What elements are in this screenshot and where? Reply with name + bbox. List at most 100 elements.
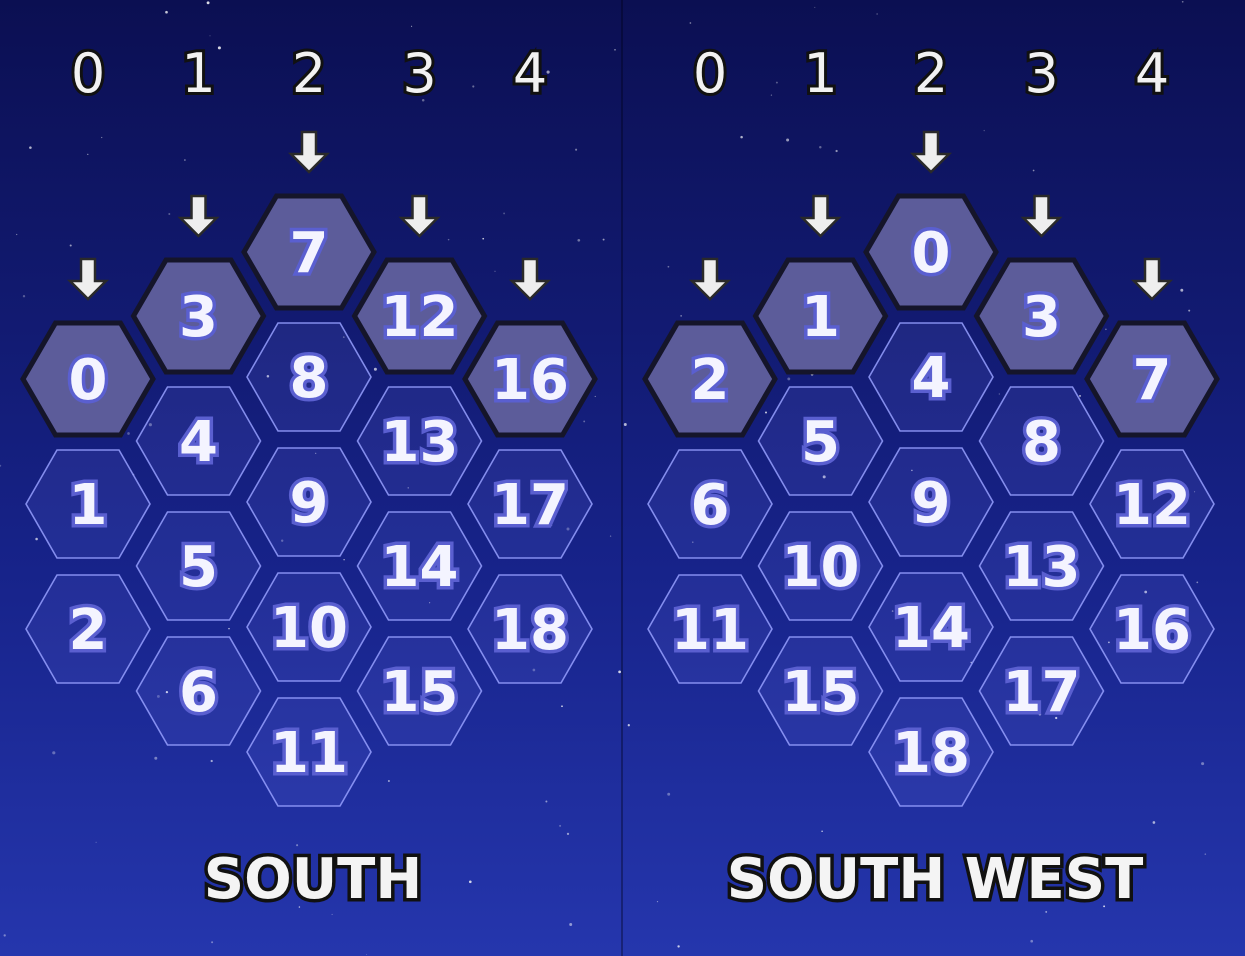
cell-label: 7 — [1133, 348, 1172, 413]
panel-title: SOUTH WEST — [727, 847, 1144, 912]
cell-label: 4 — [179, 410, 218, 475]
star — [206, 1, 210, 5]
star — [561, 705, 563, 708]
star — [667, 792, 671, 796]
star — [87, 153, 89, 155]
star — [656, 901, 659, 903]
star — [770, 94, 773, 96]
star — [680, 315, 682, 317]
cell-label: 4 — [912, 346, 951, 411]
column-number: 3 — [1024, 42, 1058, 105]
star — [677, 945, 680, 948]
column-number: 4 — [513, 42, 547, 105]
cell-label: 9 — [290, 471, 329, 536]
cell-label: 17 — [1003, 660, 1081, 725]
cell-label: 9 — [912, 471, 951, 536]
star — [775, 81, 778, 84]
column-number: 3 — [402, 42, 436, 105]
cell-label: 12 — [381, 285, 459, 350]
cell-label: 16 — [1113, 598, 1191, 663]
column-number: 1 — [181, 42, 215, 105]
star — [209, 35, 211, 37]
star — [503, 212, 506, 215]
cell-label: 0 — [69, 348, 108, 413]
column-number: 0 — [693, 42, 727, 105]
star — [217, 46, 221, 50]
star — [583, 420, 586, 423]
star — [69, 244, 72, 247]
column-number: 2 — [914, 42, 948, 105]
cell-label: 7 — [290, 221, 329, 286]
cell-label: 5 — [179, 535, 218, 600]
cell-label: 15 — [782, 660, 860, 725]
star — [210, 759, 213, 763]
star — [764, 411, 768, 414]
cell-label: 1 — [801, 285, 840, 350]
cell-label: 18 — [892, 721, 970, 786]
cell-label: 2 — [69, 598, 108, 663]
star — [494, 270, 496, 272]
column-number: 4 — [1135, 42, 1169, 105]
star — [983, 129, 985, 132]
star — [154, 756, 158, 760]
star — [35, 537, 38, 541]
star — [1030, 939, 1034, 943]
star — [468, 880, 472, 884]
star — [569, 923, 573, 926]
star — [29, 146, 32, 149]
cell-label: 13 — [1003, 535, 1081, 600]
star — [127, 432, 130, 435]
star — [411, 25, 413, 27]
star — [689, 22, 692, 24]
star — [594, 395, 596, 397]
cell-label: 11 — [270, 721, 348, 786]
star — [623, 423, 627, 426]
star — [343, 559, 345, 561]
star — [331, 913, 333, 915]
star — [184, 159, 186, 161]
star — [559, 824, 562, 827]
star — [618, 670, 621, 674]
star — [16, 233, 18, 236]
cell-label: 5 — [801, 410, 840, 475]
star — [835, 149, 838, 153]
cell-label: 6 — [179, 660, 218, 725]
star — [819, 146, 822, 149]
cell-label: 3 — [1022, 285, 1061, 350]
panel-title: SOUTH — [204, 847, 422, 912]
star — [1196, 581, 1199, 584]
star — [165, 10, 168, 14]
star — [575, 148, 578, 151]
star — [472, 85, 475, 88]
star — [786, 138, 790, 142]
cell-label: 16 — [491, 348, 569, 413]
star — [577, 238, 581, 242]
cell-label: 0 — [912, 221, 951, 286]
star — [1032, 169, 1035, 172]
star — [545, 800, 548, 803]
star — [168, 213, 171, 215]
star — [482, 237, 485, 240]
star — [821, 830, 823, 833]
cell-label: 14 — [381, 535, 459, 600]
star — [566, 832, 570, 836]
star — [602, 238, 605, 241]
star — [1201, 762, 1205, 766]
star — [101, 136, 103, 139]
star — [228, 627, 230, 630]
star — [387, 779, 390, 783]
cell-label: 10 — [782, 535, 860, 600]
star — [3, 934, 6, 937]
star — [1181, 0, 1184, 3]
star — [296, 844, 299, 847]
cell-label: 3 — [179, 285, 218, 350]
star — [366, 954, 368, 956]
star — [614, 48, 616, 51]
star — [609, 535, 612, 537]
star — [95, 841, 97, 843]
column-number: 0 — [71, 42, 105, 105]
star — [667, 265, 670, 268]
cell-label: 1 — [69, 473, 108, 538]
star — [373, 367, 377, 371]
cell-label: 17 — [491, 473, 569, 538]
